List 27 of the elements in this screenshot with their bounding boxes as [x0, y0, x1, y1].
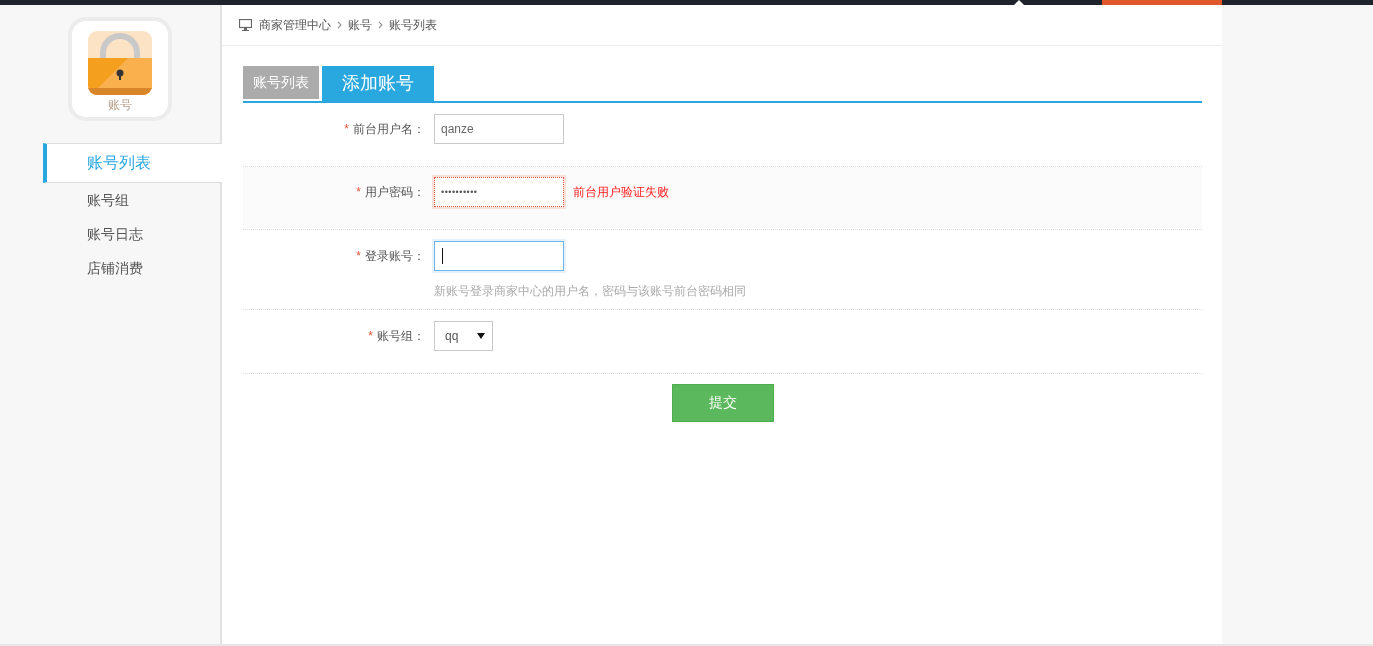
monitor-icon: [239, 19, 252, 31]
field-label: 用户密码：: [365, 185, 425, 199]
chevron-right-icon: [378, 21, 383, 29]
required-mark: *: [344, 122, 349, 136]
field-label: 前台用户名：: [353, 122, 425, 136]
required-mark: *: [368, 329, 373, 343]
error-message: 前台用户验证失败: [573, 183, 669, 201]
field-label: 登录账号：: [365, 249, 425, 263]
input-field[interactable]: qanze: [434, 114, 564, 144]
caret-down-icon: [477, 333, 485, 339]
breadcrumb-link[interactable]: 账号列表: [389, 17, 437, 33]
chevron-right-icon: [337, 21, 342, 29]
required-mark: *: [356, 249, 361, 263]
field-hint: 新账号登录商家中心的用户名，密码与该账号前台密码相同: [434, 283, 746, 299]
sidebar-menu-item[interactable]: 账号日志: [43, 217, 220, 251]
sidebar-menu-item[interactable]: 账号组: [43, 183, 220, 217]
breadcrumb-link[interactable]: 商家管理中心: [259, 17, 331, 33]
text-cursor-icon: [442, 248, 443, 264]
input-field[interactable]: [434, 241, 564, 271]
required-mark: *: [356, 185, 361, 199]
password-field[interactable]: ••••••••••: [434, 177, 564, 207]
app-label: 账号: [108, 98, 132, 112]
padlock-icon: [88, 31, 152, 95]
breadcrumb-link[interactable]: 账号: [348, 17, 372, 33]
field-label: 账号组：: [377, 329, 425, 343]
dropdown[interactable]: qq: [434, 321, 493, 351]
sidebar-menu-item[interactable]: 店铺消费: [43, 251, 220, 285]
